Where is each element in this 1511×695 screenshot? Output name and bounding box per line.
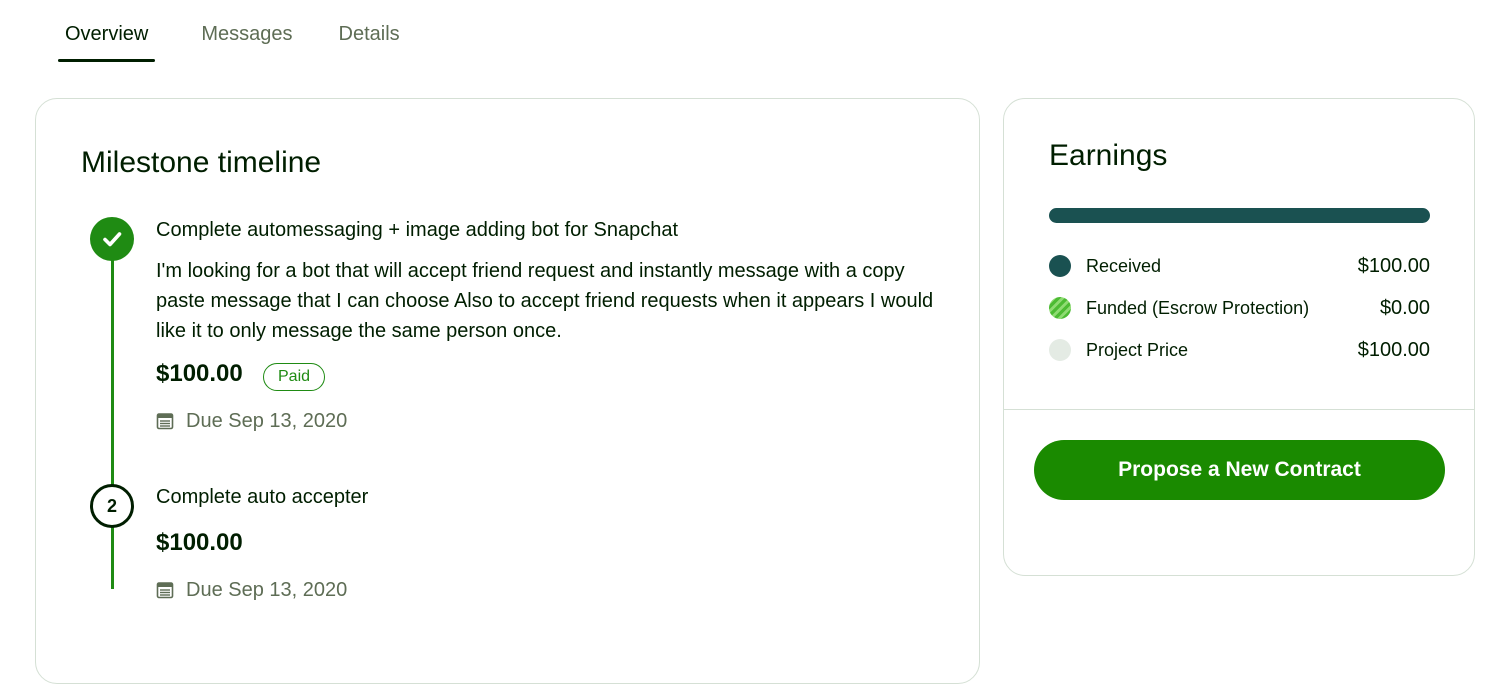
legend-value: $100.00	[1357, 254, 1430, 277]
legend-label: Project Price	[1086, 339, 1189, 360]
legend-funded: Funded (Escrow Protection) $0.00	[1049, 296, 1430, 320]
milestone-timeline-title: Milestone timeline	[81, 146, 322, 179]
milestone-1-title: Complete automessaging + image adding bo…	[156, 219, 679, 241]
legend-value: $100.00	[1357, 338, 1430, 361]
legend-received: Received $100.00	[1049, 254, 1430, 278]
due-date-text: Due Sep 13, 2020	[186, 410, 348, 432]
milestone-1-due-date: Due Sep 13, 2020	[156, 409, 347, 433]
milestone-2-title: Complete auto accepter	[156, 486, 369, 508]
milestone-2-due-date: Due Sep 13, 2020	[156, 578, 347, 602]
received-dot-icon	[1049, 255, 1071, 277]
legend-label: Funded (Escrow Protection)	[1086, 297, 1310, 318]
tab-overview[interactable]: Overview	[58, 0, 156, 62]
milestone-1-description: I'm looking for a bot that will accept f…	[156, 260, 934, 342]
funded-dot-icon	[1049, 297, 1071, 319]
calendar-icon	[156, 412, 174, 430]
earnings-card: Earnings Received $100.00 Funded (Escrow…	[1003, 98, 1475, 576]
legend-project-price: Project Price $100.00	[1049, 338, 1430, 362]
project-price-dot-icon	[1049, 339, 1071, 361]
milestone-timeline-card: Milestone timeline Complete automessagin…	[35, 98, 980, 684]
propose-new-contract-button[interactable]: Propose a New Contract	[1034, 440, 1445, 500]
milestone-1-amount: $100.00	[156, 360, 243, 387]
milestone-2-amount: $100.00	[156, 529, 243, 556]
earnings-title: Earnings	[1049, 139, 1168, 172]
step-complete-indicator	[90, 217, 134, 261]
divider	[1004, 409, 1474, 410]
checkmark-icon	[101, 228, 123, 250]
calendar-icon	[156, 581, 174, 599]
tab-details[interactable]: Details	[339, 0, 400, 62]
tab-bar: Overview Messages Details	[58, 0, 446, 62]
legend-label: Received	[1086, 255, 1162, 276]
earnings-progress-bar	[1049, 208, 1430, 223]
timeline-line	[111, 249, 114, 589]
paid-status-badge: Paid	[263, 363, 326, 391]
step-number-indicator: 2	[90, 484, 134, 528]
legend-value: $0.00	[1379, 296, 1430, 319]
tab-messages[interactable]: Messages	[201, 0, 292, 62]
due-date-text: Due Sep 13, 2020	[186, 579, 348, 601]
